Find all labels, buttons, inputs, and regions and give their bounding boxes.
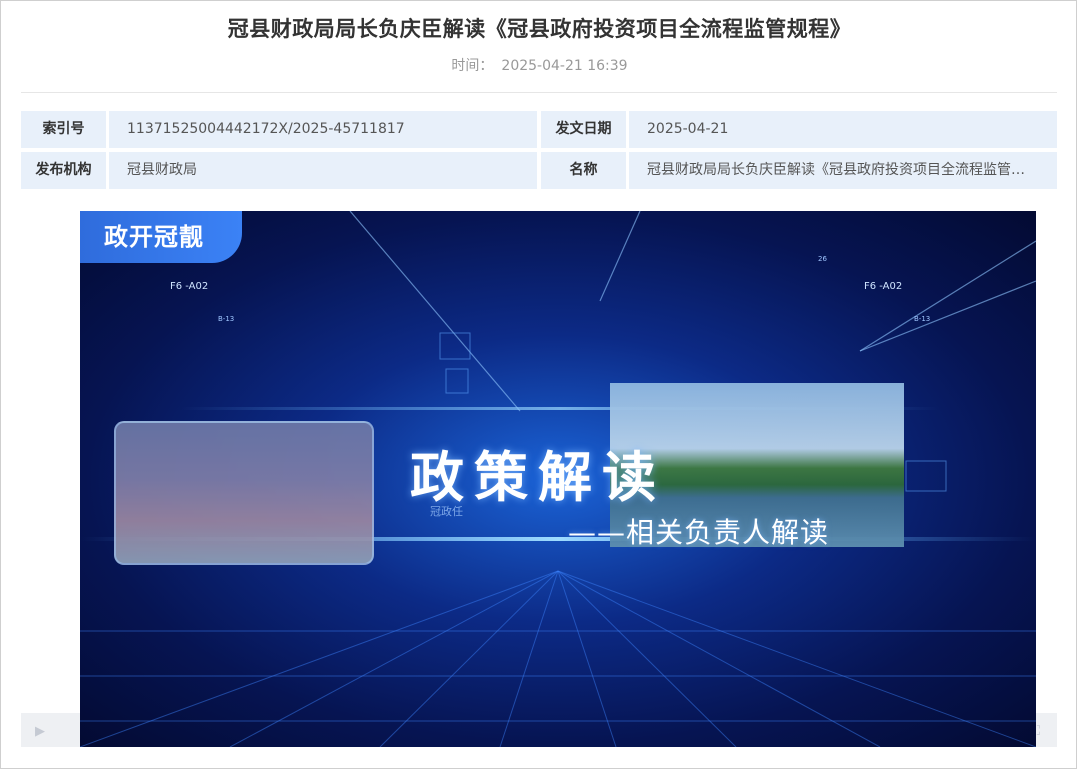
hud-label: F6 -A02 [864, 281, 902, 292]
hud-label: F6 -A02 [170, 281, 208, 292]
org-label: 发布机构 [21, 152, 106, 189]
lake-photo-panel [114, 421, 374, 565]
index-label: 索引号 [21, 111, 106, 148]
banner-title: 政策解读 [410, 446, 666, 509]
video-player[interactable]: ▶ ◀) ⛶ [21, 211, 1057, 747]
publish-time: 时间： 2025-04-21 16:39 [1, 55, 1077, 75]
hud-label: B-13 [218, 315, 234, 323]
date-value: 2025-04-21 [629, 111, 1057, 148]
banner-subtitle: ——相关负责人解读 [568, 516, 830, 549]
article-title: 冠县财政局局长负庆臣解读《冠县政府投资项目全流程监管规程》 [227, 17, 852, 41]
org-value: 冠县财政局 [109, 152, 537, 189]
title-divider [21, 92, 1057, 93]
time-label: 时间： [451, 58, 494, 74]
brand-tag: 政开冠靓 [80, 211, 242, 263]
metadata-row: 发布机构 冠县财政局 名称 冠县财政局局长负庆臣解读《冠县政府投资项目全流程监管… [21, 152, 1057, 189]
page-frame: 冠县财政局局长负庆臣解读《冠县政府投资项目全流程监管规程》 时间： 2025-04… [0, 0, 1077, 769]
name-label: 名称 [541, 152, 626, 189]
time-value: 2025-04-21 16:39 [501, 58, 628, 74]
metadata-row: 索引号 11371525004442172X/2025-45711817 发文日… [21, 111, 1057, 148]
play-icon[interactable]: ▶ [35, 724, 45, 739]
index-value: 11371525004442172X/2025-45711817 [109, 111, 537, 148]
hud-label: 26 [818, 255, 827, 263]
date-label: 发文日期 [541, 111, 626, 148]
hud-label: B-13 [914, 315, 930, 323]
name-value: 冠县财政局局长负庆臣解读《冠县政府投资项目全流程监管… [629, 152, 1057, 189]
video-frame[interactable]: F6 -A02 F6 -A02 B-13 B-13 26 冠政任 政开冠靓 政策… [80, 211, 1036, 747]
